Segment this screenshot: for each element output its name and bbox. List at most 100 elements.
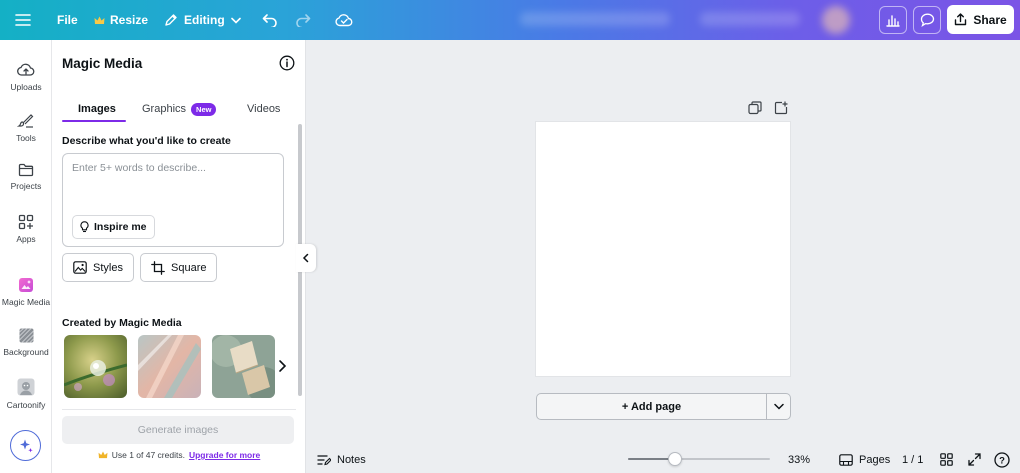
tab-images-label: Images xyxy=(78,103,116,115)
fullscreen-icon xyxy=(968,453,981,466)
crown-icon xyxy=(94,16,105,24)
magic-assistant-button[interactable] xyxy=(10,430,41,461)
active-tab-indicator xyxy=(62,120,126,122)
notes-button[interactable]: Notes xyxy=(317,446,366,473)
pages-button[interactable]: Pages xyxy=(839,446,890,473)
rail-item-magic-media-label: Magic Media xyxy=(1,297,51,307)
tab-graphics[interactable]: Graphics New xyxy=(142,98,217,120)
chart-icon xyxy=(886,14,900,27)
resize-button[interactable]: Resize xyxy=(94,0,148,40)
share-label: Share xyxy=(973,12,1007,27)
describe-label: Describe what you'd like to create xyxy=(62,135,231,147)
pages-label: Pages xyxy=(859,453,891,466)
rail-item-tools[interactable]: Tools xyxy=(0,112,52,143)
generate-images-label: Generate images xyxy=(137,424,219,436)
crop-icon xyxy=(151,260,165,275)
aspect-ratio-button[interactable]: Square xyxy=(140,253,218,282)
generated-image-thumb[interactable] xyxy=(138,335,201,398)
image-styles-icon xyxy=(73,261,87,274)
comment-icon xyxy=(920,13,934,27)
rail-item-uploads[interactable]: Uploads xyxy=(0,62,52,92)
bottom-bar: Notes 33% Pages 1 / 1 ? xyxy=(306,446,1020,473)
upgrade-link[interactable]: Upgrade for more xyxy=(189,450,260,460)
avatar[interactable] xyxy=(822,6,850,34)
zoom-level[interactable]: 33% xyxy=(788,446,810,473)
generated-image-thumb[interactable] xyxy=(64,335,127,398)
add-page-icon[interactable] xyxy=(774,101,788,115)
upload-cloud-icon xyxy=(17,63,35,76)
rail-item-apps-label: Apps xyxy=(16,234,36,244)
rail-item-projects-label: Projects xyxy=(10,181,42,191)
cloud-check-icon xyxy=(335,14,353,27)
share-icon xyxy=(955,13,967,26)
share-button[interactable]: Share xyxy=(947,5,1014,34)
grid-view-icon xyxy=(940,453,953,466)
glass-abstract-image xyxy=(138,335,201,398)
styles-label: Styles xyxy=(93,261,123,274)
generate-images-button[interactable]: Generate images xyxy=(62,416,294,444)
add-page-dropdown[interactable] xyxy=(767,393,791,420)
rail-item-apps[interactable]: Apps xyxy=(0,214,52,244)
left-rail: Uploads Tools Projects Apps Magic Media … xyxy=(0,40,52,473)
rail-item-projects[interactable]: Projects xyxy=(0,163,52,191)
file-menu-button[interactable]: File xyxy=(57,0,78,40)
generated-image-thumb[interactable] xyxy=(212,335,275,398)
info-icon[interactable] xyxy=(279,55,295,71)
media-tabs: Images Graphics New Videos xyxy=(62,98,296,122)
rail-item-uploads-label: Uploads xyxy=(10,82,42,92)
editing-mode-button[interactable]: Editing xyxy=(164,0,241,40)
tab-videos-label: Videos xyxy=(247,103,281,115)
zoom-level-value: 33% xyxy=(788,453,811,466)
tab-videos[interactable]: Videos xyxy=(247,98,280,120)
help-glyph: ? xyxy=(999,455,1005,466)
chevron-left-icon xyxy=(302,253,309,263)
comments-button[interactable] xyxy=(913,6,941,34)
magic-media-panel: Magic Media Images Graphics New Videos D… xyxy=(52,40,306,473)
prompt-box: Inspire me xyxy=(62,153,284,247)
tab-graphics-label: Graphics xyxy=(142,103,187,115)
fullscreen-button[interactable] xyxy=(968,446,981,473)
notes-label: Notes xyxy=(337,453,366,466)
help-button[interactable]: ? xyxy=(994,446,1010,473)
notes-icon xyxy=(317,454,331,465)
background-pattern-icon xyxy=(18,328,34,343)
add-page-button[interactable]: + Add page xyxy=(536,393,767,420)
cartoonify-icon xyxy=(17,378,35,396)
menu-icon xyxy=(15,14,31,26)
chevron-down-icon xyxy=(773,403,784,410)
undo-button[interactable] xyxy=(262,0,278,40)
redo-button[interactable] xyxy=(295,0,311,40)
new-badge: New xyxy=(191,102,217,116)
inspire-me-button[interactable]: Inspire me xyxy=(72,215,155,239)
blurred-collaborators xyxy=(700,12,800,26)
prompt-input[interactable] xyxy=(72,162,272,174)
aspect-ratio-label: Square xyxy=(171,261,207,274)
grid-view-button[interactable] xyxy=(940,446,953,473)
design-page[interactable] xyxy=(536,122,790,376)
rail-item-background[interactable]: Background xyxy=(0,328,52,357)
main-menu-button[interactable] xyxy=(15,0,31,40)
undo-icon xyxy=(262,13,277,27)
page-counter: 1 / 1 xyxy=(902,446,923,473)
styles-button[interactable]: Styles xyxy=(62,253,134,282)
insights-button[interactable] xyxy=(879,6,907,34)
created-by-label: Created by Magic Media xyxy=(62,317,182,329)
pages-icon xyxy=(839,453,853,466)
rail-item-tools-label: Tools xyxy=(16,133,36,143)
stone-abstract-image xyxy=(212,335,275,398)
zoom-slider[interactable] xyxy=(628,458,770,460)
rail-item-cartoonify[interactable]: Cartoonify xyxy=(0,378,52,410)
pencil-icon xyxy=(165,14,177,26)
help-icon: ? xyxy=(994,451,1010,468)
rail-item-magic-media[interactable]: Magic Media xyxy=(0,277,52,307)
panel-divider xyxy=(62,409,296,410)
duplicate-page-icon[interactable] xyxy=(748,101,762,115)
file-menu-label: File xyxy=(57,13,78,27)
tab-images[interactable]: Images xyxy=(78,98,116,120)
zoom-slider-handle[interactable] xyxy=(668,452,682,466)
save-status-button[interactable] xyxy=(335,0,353,40)
collapse-panel-button[interactable] xyxy=(296,244,316,272)
page-count-value: 1 / 1 xyxy=(902,453,924,466)
credits-notice: Use 1 of 47 credits. Upgrade for more xyxy=(52,450,306,460)
chevron-right-icon[interactable] xyxy=(275,358,289,374)
